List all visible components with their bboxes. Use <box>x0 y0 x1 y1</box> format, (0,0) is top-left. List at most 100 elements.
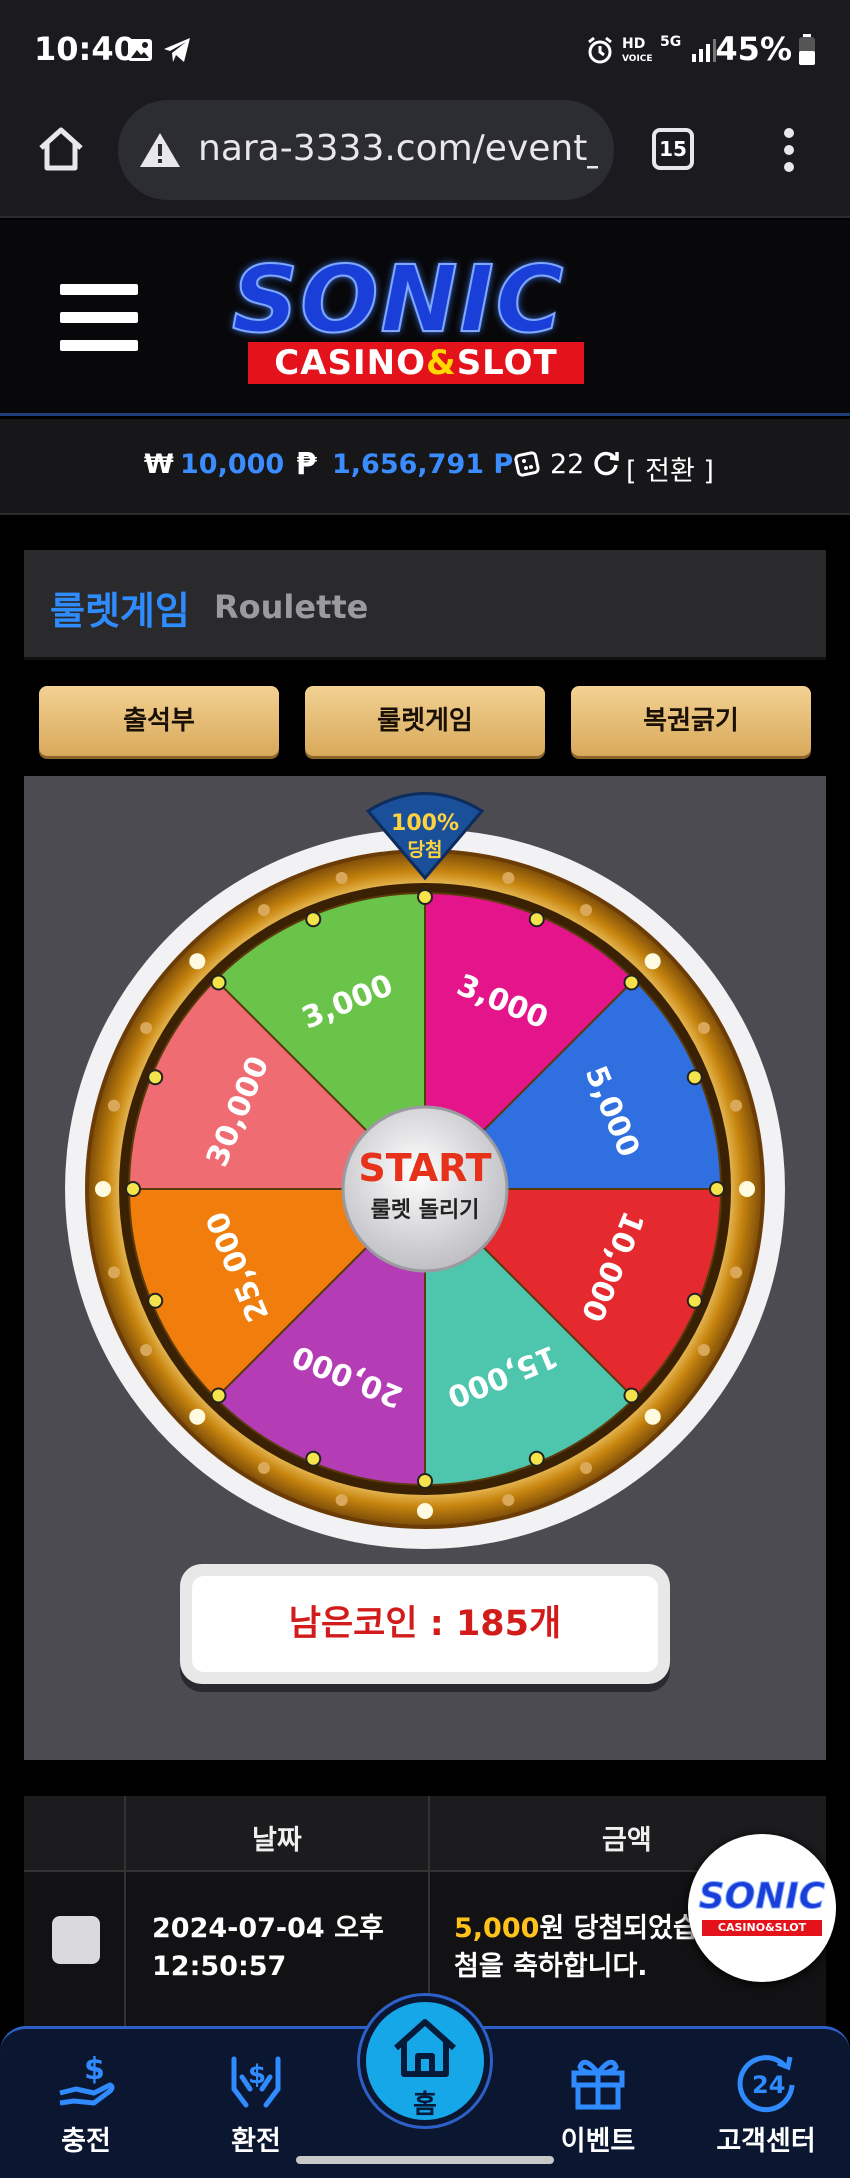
rim-light <box>739 1181 755 1197</box>
rim-light <box>644 953 661 970</box>
battery-icon <box>798 34 816 70</box>
rim-light <box>335 871 348 884</box>
rim-light <box>580 1461 592 1474</box>
column-divider <box>428 1796 430 2026</box>
wheel-peg <box>125 1181 141 1197</box>
rim-light <box>258 1461 270 1474</box>
gesture-home-bar <box>296 2156 554 2164</box>
nav-customer-center[interactable]: 24 고객센터 <box>696 2029 836 2178</box>
site-logo-subtitle[interactable]: CASINO&SLOT <box>248 342 584 384</box>
tab-lottery-scratch[interactable]: 복권긁기 <box>571 686 811 756</box>
signal-icon <box>690 36 718 68</box>
hamburger-menu-icon[interactable] <box>60 284 138 352</box>
home-icon <box>393 2019 457 2077</box>
network-5g-icon: 5G <box>660 34 682 50</box>
floating-logo-button[interactable]: SONIC CASINO&SLOT <box>688 1834 836 1982</box>
rim-light <box>580 904 592 917</box>
header-amount: 금액 <box>602 1825 652 1856</box>
rim-light <box>730 1099 743 1112</box>
swap-button[interactable]: [ 전환 ] <box>626 449 714 488</box>
remaining-coins-label: 남은코인 : 185개 <box>192 1576 658 1672</box>
row-date: 2024-07-04 오후 12:50:57 <box>152 1913 384 1982</box>
badge-win: 당첨 <box>408 839 443 861</box>
tab-switcher-button[interactable]: 15 <box>652 128 694 170</box>
rim-light <box>730 1266 743 1279</box>
rim-light <box>502 871 515 884</box>
wheel-peg <box>210 1387 227 1404</box>
telegram-icon <box>162 36 192 68</box>
rim-light <box>644 1408 661 1425</box>
svg-text:24: 24 <box>752 2071 785 2099</box>
gallery-icon <box>126 36 154 68</box>
site-logo[interactable]: SONIC <box>231 245 565 354</box>
wheel-peg <box>147 1292 164 1309</box>
wheel-peg <box>305 911 322 928</box>
wheel-peg <box>686 1292 703 1309</box>
wheel-peg <box>528 1450 545 1467</box>
not-secure-warning-icon[interactable] <box>138 130 182 174</box>
browser-home-icon[interactable] <box>36 124 86 174</box>
rim-light <box>502 1494 515 1507</box>
row-amount: 5,000원 당첨되었습 첨을 축하합니다. <box>454 1913 698 1982</box>
wheel-peg <box>528 911 545 928</box>
wheel-peg <box>623 974 640 991</box>
wheel-peg <box>623 1387 640 1404</box>
wheel-peg <box>210 974 227 991</box>
url-text[interactable]: nara-3333.com/event_ <box>198 128 598 169</box>
start-button[interactable]: START 룰렛 돌리기 <box>341 1105 509 1273</box>
wheel-peg <box>417 1473 433 1489</box>
nav-deposit[interactable]: $ 충전 <box>16 2029 156 2178</box>
wheel-peg <box>417 889 433 905</box>
svg-text:$: $ <box>84 2052 105 2087</box>
address-bar[interactable]: nara-3333.com/event_ <box>118 100 614 200</box>
point-balance: 1,656,791 P <box>332 449 514 480</box>
page-title-box: 룰렛게임 Roulette <box>24 550 826 660</box>
battery-percent: 45% <box>715 30 792 68</box>
status-time: 10:40 <box>34 30 136 68</box>
wheel-peg <box>686 1069 703 1086</box>
support-24h-icon: 24 <box>737 2055 795 2113</box>
nav-home[interactable]: 홈 <box>360 1996 490 2126</box>
rim-light <box>107 1266 120 1279</box>
start-sub-label: 룰렛 돌리기 <box>371 1198 480 1223</box>
browser-menu-icon[interactable] <box>782 126 796 174</box>
tab-roulette[interactable]: 룰렛게임 <box>305 686 545 756</box>
wheel-peg <box>709 1181 725 1197</box>
roulette-panel: 3,000 5,000 10,000 15,000 20,000 25,000 30,000… <box>24 776 826 1760</box>
dice-count: 22 <box>550 449 585 480</box>
rim-light <box>335 1494 348 1507</box>
roulette-wheel[interactable]: 3,0005,00010,00015,00020,00025,00030,000… <box>24 776 826 1556</box>
rim-light <box>697 1344 710 1356</box>
svg-text:$: $ <box>248 2060 266 2090</box>
wheel-peg <box>147 1069 164 1086</box>
wheel-peg <box>305 1450 322 1467</box>
site-header: SONIC CASINO&SLOT <box>0 220 850 416</box>
dice-icon <box>514 449 542 484</box>
won-currency-icon: ₩ <box>144 449 174 480</box>
rim-light <box>95 1181 111 1197</box>
page-title: 룰렛게임 <box>50 589 190 633</box>
status-bar: 10:40 HD VOICE 5G 45% <box>0 0 850 100</box>
tab-attendance[interactable]: 출석부 <box>39 686 279 756</box>
row-checkbox[interactable] <box>52 1916 100 1964</box>
header-date: 날짜 <box>252 1825 302 1856</box>
hd-voice-icon: HD VOICE <box>622 36 653 64</box>
rim-light <box>697 1022 710 1034</box>
rim-light <box>258 904 270 917</box>
point-currency-icon: ₱ <box>296 447 317 482</box>
column-divider <box>124 1796 126 2026</box>
badge-percent: 100% <box>391 811 459 836</box>
rim-light <box>417 1503 433 1519</box>
rim-light <box>189 1408 206 1425</box>
refresh-icon[interactable] <box>592 449 620 484</box>
remaining-coins-box: 남은코인 : 185개 <box>180 1564 670 1684</box>
browser-toolbar: nara-3333.com/event_ 15 <box>0 100 850 218</box>
alarm-icon <box>586 36 614 70</box>
won-balance: 10,000 <box>180 449 285 480</box>
rim-light <box>140 1022 153 1034</box>
page-subtitle: Roulette <box>214 588 369 626</box>
balance-bar: ₩ 10,000 ₱ 1,656,791 P 22 [ 전환 ] <box>0 419 850 515</box>
start-label: START <box>358 1146 491 1190</box>
rim-light <box>107 1099 120 1112</box>
rim-light <box>140 1344 153 1356</box>
